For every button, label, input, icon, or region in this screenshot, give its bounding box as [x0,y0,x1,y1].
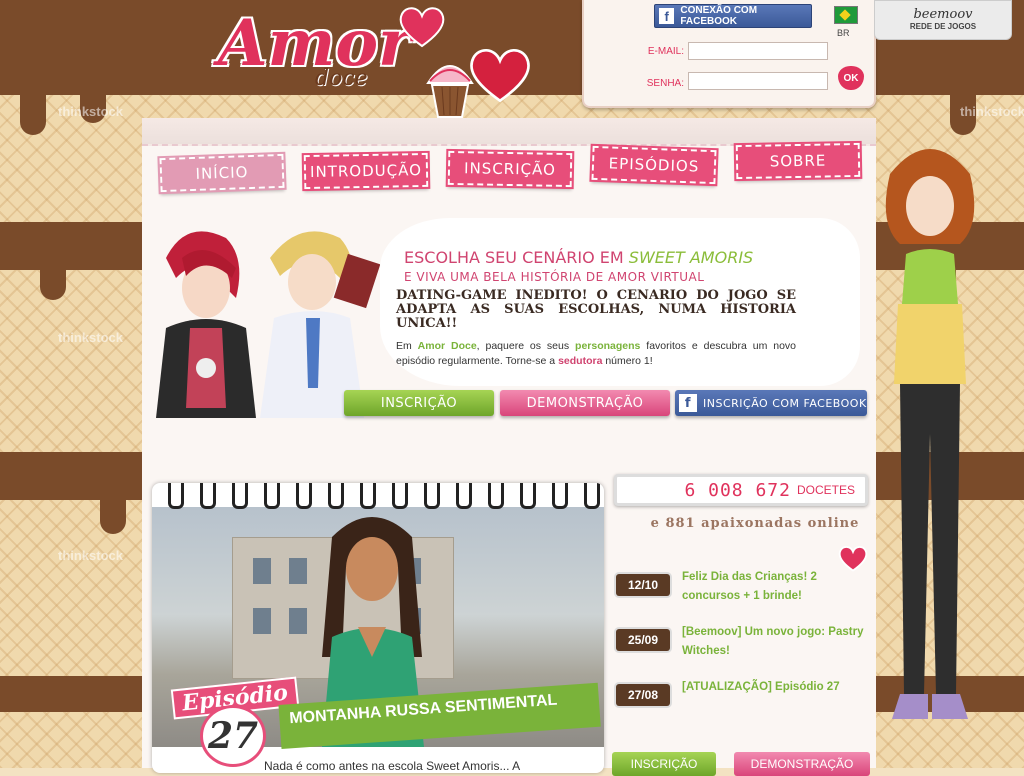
decor-stripe [142,118,876,146]
episode-number: 27 [200,705,266,767]
character-illustration [260,231,380,418]
spiral-ring [200,483,216,509]
episode-card[interactable]: Episódio 27 MONTANHA RUSSA SENTIMENTAL N… [152,483,604,773]
spiral-ring [392,483,408,509]
spiral-ring [360,483,376,509]
personagens-highlight: personagens [575,340,641,352]
email-label: E-MAIL: [647,46,684,57]
news-date: 25/09 [616,629,670,651]
news-date: 12/10 [616,574,670,596]
hero-headline: DATING-GAME INEDITO! O CENARIO DO JOGO S… [396,288,796,331]
spiral-ring [424,483,440,509]
spiral-ring [584,483,600,509]
news-item[interactable]: 25/09 [Beemoov] Um novo jogo: Pastry Wit… [616,623,876,667]
watermark: thinkstock [960,104,1024,119]
player-count-unit: DOCETES [796,483,855,497]
news-item[interactable]: 27/08 [ATUALIZAÇÃO] Episódio 27 [616,678,876,722]
facebook-connect-button[interactable]: f CONEXÃO COM FACEBOOK [654,4,812,28]
spiral-ring [552,483,568,509]
beemoov-network-link[interactable]: beemoov REDE DE JOGOS [874,0,1012,40]
news-link[interactable]: Feliz Dia das Crianças! 2 concursos + 1 … [682,568,878,606]
signup-button[interactable]: INSCRIÇÃO [344,390,494,416]
hero-text: Em [396,340,412,352]
site-logo[interactable]: Amor doce [210,4,530,124]
hero-text: , paquere os seus [476,340,570,352]
bottom-demo-button[interactable]: DEMONSTRAÇÃO [734,752,870,776]
facebook-icon: f [659,8,675,24]
player-counter: 6 008 672 DOCETES [614,474,868,506]
hero-title: ESCOLHA SEU CENÁRIO EM SWEET AMORIS [404,248,753,267]
news-date: 27/08 [616,684,670,706]
window [253,558,271,584]
login-ok-button[interactable]: OK [838,66,864,90]
facebook-connect-label: CONEXÃO COM FACEBOOK [680,5,758,27]
news-link[interactable]: [Beemoov] Um novo jogo: Pastry Witches! [682,623,878,661]
facebook-icon: f [679,394,697,412]
spiral-ring [520,483,536,509]
chocolate-drip [40,270,66,300]
watermark: thinkstock [58,104,124,119]
news-item[interactable]: 12/10 Feliz Dia das Crianças! 2 concurso… [616,568,876,612]
hero-subtitle: E VIVA UMA BELA HISTÓRIA DE AMOR VIRTUAL [404,270,705,284]
watermark: thinkstock [58,330,124,345]
sedutora-highlight: sedutora [558,355,603,367]
chocolate-drip [20,95,46,135]
password-field[interactable] [688,72,828,90]
password-label: SENHA: [646,78,684,89]
login-panel: f CONEXÃO COM FACEBOOK E-MAIL: SENHA: OK [582,0,876,108]
main-content: INÍCIO INTRODUÇÃO INSCRIÇÃO EPISÓDIOS SO… [142,118,876,776]
tab-inicio[interactable]: INÍCIO [157,151,287,195]
online-count: e 881 apaixonadas online [650,516,860,531]
player-count: 6 008 672 [684,479,791,501]
spiral-ring [328,483,344,509]
network-label: REDE DE JOGOS [909,22,977,31]
logo-subtitle: doce [315,66,368,91]
spiral-ring [456,483,472,509]
facebook-signup-button[interactable]: f INSCRIÇÃO COM FACEBOOK [675,390,867,416]
main-nav: INÍCIO INTRODUÇÃO INSCRIÇÃO EPISÓDIOS SO… [156,140,866,195]
brazil-flag-icon[interactable] [834,6,858,24]
heart-icon [399,7,445,48]
cupcake-icon [426,65,474,118]
spiral-ring [296,483,312,509]
spiral-ring [488,483,504,509]
news-link[interactable]: [ATUALIZAÇÃO] Episódio 27 [682,678,878,697]
mascot-character [885,149,975,719]
email-field[interactable] [688,42,828,60]
episode-teaser: Nada é como antes na escola Sweet Amoris… [264,759,521,773]
tab-sobre[interactable]: SOBRE [733,140,863,182]
spiral-ring [232,483,248,509]
hero-title-text: ESCOLHA SEU CENÁRIO EM [404,248,624,267]
tab-episodios[interactable]: EPISÓDIOS [589,143,719,187]
spiral-ring [264,483,280,509]
watermark: thinkstock [58,548,124,563]
facebook-signup-label: INSCRIÇÃO COM FACEBOOK [703,396,867,410]
hero-description: Em Amor Doce, paquere os seus personagen… [396,339,796,369]
chocolate-drip [100,500,126,534]
bottom-signup-button[interactable]: INSCRIÇÃO [612,752,716,776]
hero-title-highlight: SWEET AMORIS [628,248,754,267]
language-label[interactable]: BR [837,28,850,38]
window [253,608,271,634]
tab-inscricao[interactable]: INSCRIÇÃO [445,148,575,190]
tab-introducao[interactable]: INTRODUÇÃO [301,150,431,192]
demo-button[interactable]: DEMONSTRAÇÃO [500,390,670,416]
hero-text: número 1! [605,355,653,367]
brand-name: Amor Doce [417,340,477,352]
spiral-ring [168,483,184,509]
beemoov-logo: beemoov [913,7,973,22]
